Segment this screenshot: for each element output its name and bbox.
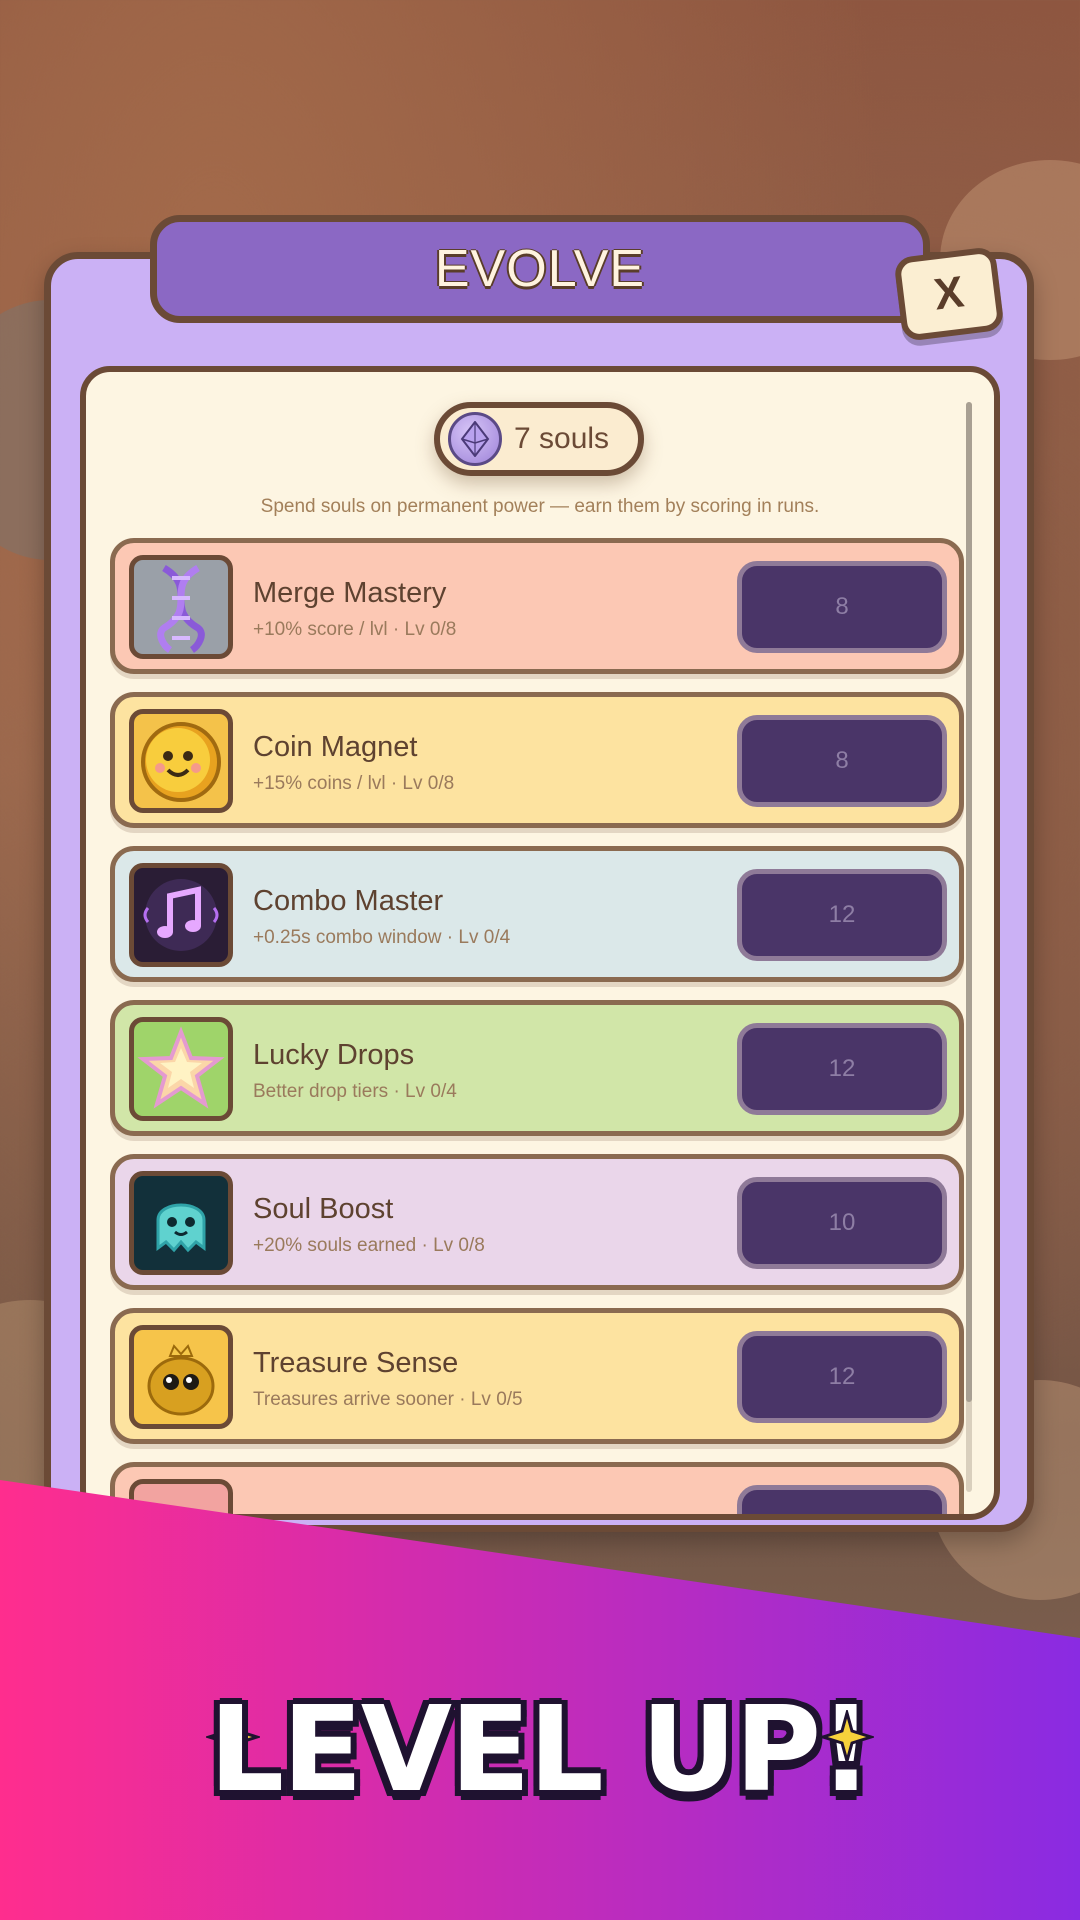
upgrade-name: Coin Magnet [253,731,418,763]
close-icon: X [931,267,967,320]
level-up-text: LEVEL UP! [208,1680,873,1818]
upgrade-name: Merge Mastery [253,577,447,609]
coin-icon [129,709,233,813]
buy-button[interactable]: 10 [737,1177,947,1269]
buy-button[interactable]: 12 [737,869,947,961]
treasure-blob-icon [129,1325,233,1429]
upgrade-row-combo-master: Combo Master +0.25s combo window · Lv 0/… [110,846,964,982]
upgrade-row-merge-mastery: Merge Mastery +10% score / lvl · Lv 0/8 … [110,538,964,674]
star-icon [129,1017,233,1121]
buy-button[interactable]: 8 [737,561,947,653]
upgrade-row-lucky-drops: Lucky Drops Better drop tiers · Lv 0/4 1… [110,1000,964,1136]
souls-count: 7 souls [514,422,610,455]
buy-button[interactable]: 12 [737,1023,947,1115]
upgrade-panel: 7 souls Spend souls on permanent power —… [80,366,1000,1520]
upgrade-row-coin-magnet: Coin Magnet +15% coins / lvl · Lv 0/8 8 [110,692,964,828]
upgrade-row-treasure-sense: Treasure Sense Treasures arrive sooner ·… [110,1308,964,1444]
close-button[interactable]: X [893,246,1005,342]
upgrade-name: Lucky Drops [253,1039,415,1071]
modal-title: EVOLVE [434,240,646,298]
upgrade-name: Soul Boost [253,1193,394,1225]
music-note-icon [129,863,233,967]
upgrade-desc: +15% coins / lvl · Lv 0/8 [253,773,455,794]
upgrade-desc: Treasures arrive sooner · Lv 0/5 [253,1389,523,1410]
upgrade-desc: +0.25s combo window · Lv 0/4 [253,927,511,948]
sparkle-star-icon [820,1710,874,1764]
upgrade-desc: Better drop tiers · Lv 0/4 [253,1081,457,1102]
ghost-icon [129,1171,233,1275]
soul-gem-icon [448,412,502,466]
upgrade-name: Combo Master [253,885,444,917]
souls-balance: 7 souls [434,402,644,476]
modal-title-bar: EVOLVE [150,215,930,323]
upgrade-name: Treasure Sense [253,1347,459,1379]
scrollbar[interactable] [966,402,972,1492]
scrollbar-thumb[interactable] [966,402,972,1402]
dna-icon [129,555,233,659]
upgrade-row-soul-boost: Soul Boost +20% souls earned · Lv 0/8 10 [110,1154,964,1290]
buy-button[interactable]: 8 [737,715,947,807]
upgrade-desc: +20% souls earned · Lv 0/8 [253,1235,485,1256]
upgrade-desc: +10% score / lvl · Lv 0/8 [253,619,457,640]
souls-subtitle: Spend souls on permanent power — earn th… [260,496,820,517]
buy-button[interactable]: 12 [737,1331,947,1423]
